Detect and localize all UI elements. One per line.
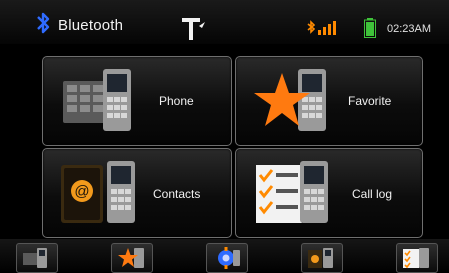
bluetooth-icon [37, 12, 50, 34]
svg-text:@: @ [74, 183, 89, 200]
contacts-tile[interactable]: @ Contacts [42, 148, 232, 238]
dock-favorite-button[interactable] [111, 243, 153, 273]
phone-label: Phone [159, 94, 194, 108]
dock-settings-button[interactable] [206, 243, 248, 273]
call-log-tile[interactable]: Call log [235, 148, 423, 238]
settings-gear-icon [218, 247, 240, 269]
star-icon [118, 248, 144, 268]
dock-call-log-button[interactable] [396, 243, 438, 273]
dock-contacts-button[interactable] [301, 243, 343, 273]
battery-icon [364, 18, 376, 38]
signal-strength-icon [318, 21, 336, 35]
app-title: Bluetooth [58, 17, 124, 34]
address-book-icon: @ [61, 161, 135, 223]
call-log-label: Call log [352, 187, 393, 201]
antenna-icon[interactable] [182, 18, 206, 42]
contacts-label: Contacts [153, 187, 201, 201]
status-bar: Bluetooth 02:23AM [0, 0, 449, 44]
phone-keypad-icon [23, 248, 47, 268]
dock-phone-button[interactable] [16, 243, 58, 273]
phone-keypad-icon [63, 69, 131, 131]
favorite-label: Favorite [348, 94, 392, 108]
call-log-icon [403, 248, 429, 269]
status-bluetooth-icon [307, 20, 315, 34]
phone-tile[interactable]: Phone [42, 56, 232, 146]
address-book-icon [308, 248, 333, 268]
call-log-icon [256, 161, 328, 223]
favorite-tile[interactable]: Favorite [235, 56, 423, 146]
star-icon [254, 69, 326, 131]
clock: 02:23AM [387, 23, 432, 35]
